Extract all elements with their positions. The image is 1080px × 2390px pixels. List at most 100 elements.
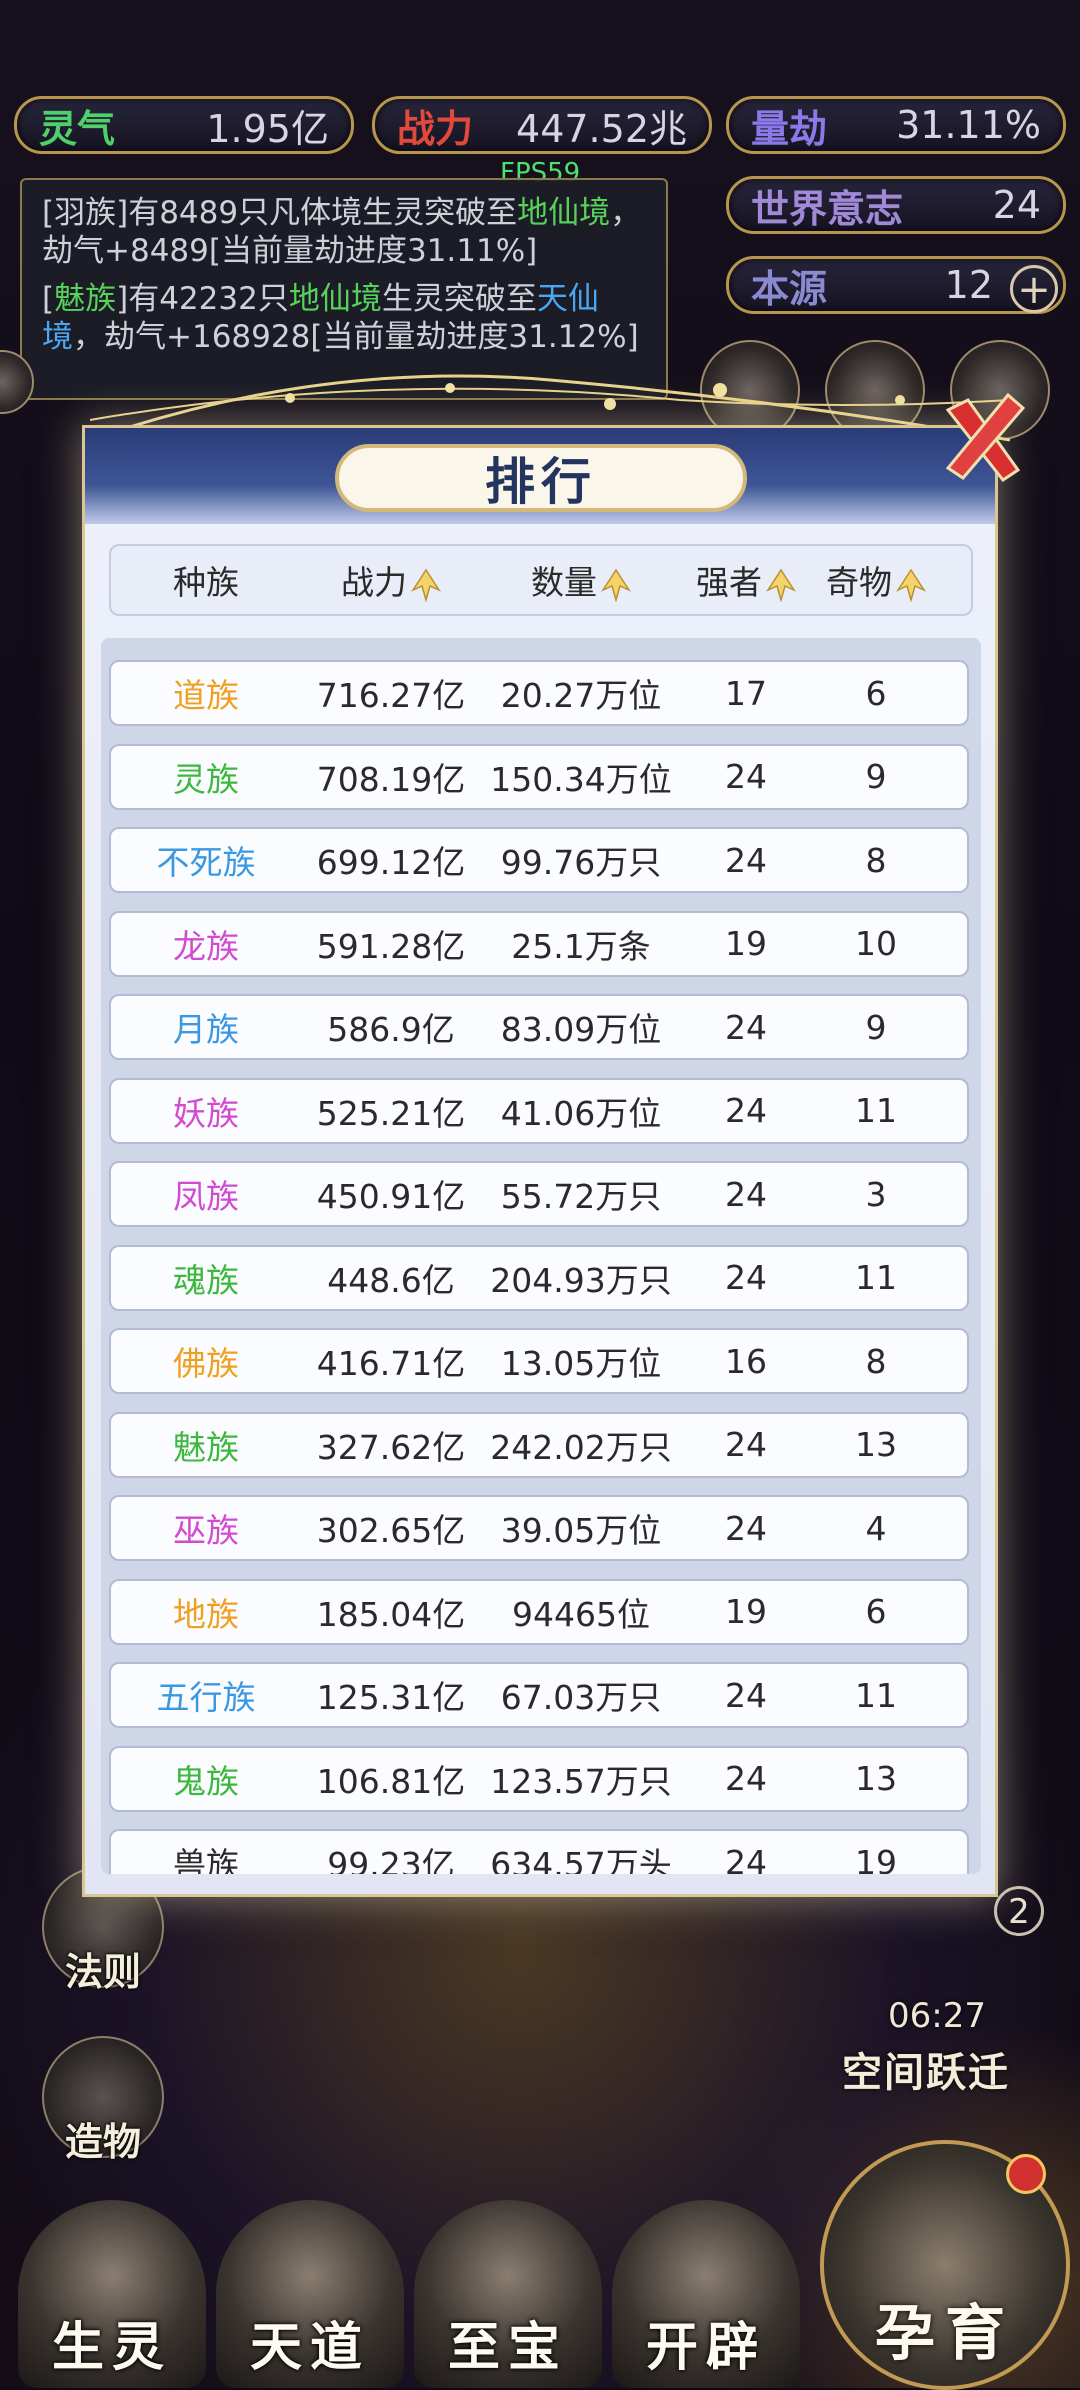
stat-power: 战力 447.52兆 bbox=[372, 96, 712, 154]
power-cell: 450.91亿 bbox=[316, 1177, 466, 1216]
count-cell: 99.76万只 bbox=[500, 843, 662, 882]
count-cell: 41.06万位 bbox=[500, 1093, 662, 1133]
count-cell: 25.1万条 bbox=[511, 926, 651, 966]
table-row[interactable]: 魂族 448.6亿 204.93万只 24 11 bbox=[109, 1244, 969, 1311]
power-cell: 106.81亿 bbox=[316, 1761, 466, 1801]
race-cell: 五行族 bbox=[156, 1678, 256, 1717]
count-cell: 13.05万位 bbox=[500, 1344, 662, 1383]
space-timer: 06:27 bbox=[888, 1996, 986, 2036]
header-race: 种族 bbox=[173, 563, 239, 602]
table-row[interactable]: 兽族 99.23亿 634.57万头 24 19 bbox=[109, 1829, 969, 1874]
items-cell: 19 bbox=[855, 1842, 897, 1875]
strong-cell: 24 bbox=[725, 1759, 767, 1798]
table-row[interactable]: 巫族 302.65亿 39.05万位 24 4 bbox=[109, 1495, 969, 1561]
stat-value: 24 bbox=[992, 183, 1041, 227]
count-cell: 150.34万位 bbox=[490, 759, 672, 799]
power-cell: 586.9亿 bbox=[327, 1010, 455, 1049]
table-row[interactable]: 佛族 416.71亿 13.05万位 16 8 bbox=[109, 1328, 969, 1394]
heaven-button[interactable]: 天道 bbox=[216, 2200, 404, 2388]
items-cell: 9 bbox=[865, 1007, 887, 1047]
items-cell: 8 bbox=[865, 840, 887, 880]
strong-cell: 24 bbox=[725, 840, 767, 880]
space-count-badge: 2 bbox=[994, 1886, 1044, 1936]
items-cell: 13 bbox=[855, 1759, 897, 1798]
table-row[interactable]: 道族 716.27亿 20.27万位 17 6 bbox=[109, 660, 969, 726]
items-cell: 10 bbox=[855, 924, 897, 963]
table-row[interactable]: 龙族 591.28亿 25.1万条 19 10 bbox=[109, 910, 969, 977]
nurture-label: 孕育 bbox=[875, 2299, 1015, 2369]
stat-label: 本源 bbox=[751, 266, 828, 311]
items-cell: 11 bbox=[855, 1091, 897, 1130]
items-cell: 3 bbox=[865, 1174, 887, 1214]
count-cell: 634.57万头 bbox=[490, 1845, 672, 1874]
power-cell: 416.71亿 bbox=[316, 1344, 466, 1383]
power-cell: 302.65亿 bbox=[316, 1511, 466, 1550]
count-cell: 242.02万只 bbox=[490, 1427, 672, 1467]
ranking-modal: 排行 种族 战力 数量 强者 奇物 道族 716.27亿 20.27万位 17 6 灵族 7… bbox=[82, 425, 998, 1897]
power-cell: 185.04亿 bbox=[316, 1594, 466, 1634]
space-jump-button[interactable]: 空间跃迁 bbox=[842, 2040, 1010, 2098]
table-row[interactable]: 灵族 708.19亿 150.34万位 24 9 bbox=[109, 743, 969, 810]
sort-count[interactable]: 数量 bbox=[481, 556, 681, 604]
table-row[interactable]: 月族 586.9亿 83.09万位 24 9 bbox=[109, 994, 969, 1060]
ranking-list[interactable]: 道族 716.27亿 20.27万位 17 6 灵族 708.19亿 150.34万位 24 9 不… bbox=[101, 638, 981, 1874]
power-cell: 708.19亿 bbox=[316, 759, 466, 799]
strong-cell: 24 bbox=[725, 1842, 767, 1875]
table-row[interactable]: 魅族 327.62亿 242.02万只 24 13 bbox=[109, 1411, 969, 1478]
items-cell: 6 bbox=[865, 1592, 887, 1631]
strong-cell: 24 bbox=[725, 1091, 767, 1130]
table-row[interactable]: 五行族 125.31亿 67.03万只 24 11 bbox=[109, 1662, 969, 1728]
stat-label: 世界意志 bbox=[751, 186, 904, 231]
develop-label: 开辟 bbox=[645, 2318, 766, 2378]
items-cell: 13 bbox=[855, 1425, 897, 1464]
count-cell: 94465位 bbox=[512, 1594, 650, 1634]
count-cell: 204.93万只 bbox=[490, 1260, 672, 1300]
ranking-header: 种族 战力 数量 强者 奇物 bbox=[109, 544, 973, 616]
race-cell: 灵族 bbox=[173, 759, 239, 799]
add-origin-button[interactable]: + bbox=[1010, 265, 1058, 313]
strong-cell: 24 bbox=[725, 1675, 767, 1715]
race-cell: 龙族 bbox=[173, 926, 239, 966]
heaven-label: 天道 bbox=[249, 2318, 370, 2378]
table-row[interactable]: 不死族 699.12亿 99.76万只 24 8 bbox=[109, 827, 969, 893]
items-cell: 8 bbox=[865, 1341, 887, 1381]
creation-label: 造物 bbox=[64, 2120, 141, 2164]
race-cell: 魂族 bbox=[173, 1260, 239, 1300]
sort-arrow-icon bbox=[896, 568, 926, 602]
treasure-label: 至宝 bbox=[447, 2318, 568, 2378]
log-line: [魅族]有42232只地仙境生灵突破至天仙境，劫气+168928[当前量劫进度3… bbox=[42, 281, 639, 355]
table-row[interactable]: 妖族 525.21亿 41.06万位 24 11 bbox=[109, 1077, 969, 1144]
race-cell: 兽族 bbox=[173, 1845, 239, 1874]
power-cell: 699.12亿 bbox=[316, 843, 466, 882]
sort-arrow-icon bbox=[411, 568, 441, 602]
race-cell: 鬼族 bbox=[173, 1761, 239, 1801]
power-cell: 525.21亿 bbox=[316, 1093, 466, 1133]
stat-label: 量劫 bbox=[751, 106, 828, 151]
count-cell: 123.57万只 bbox=[490, 1761, 672, 1801]
sort-strong[interactable]: 强者 bbox=[681, 556, 811, 604]
stat-lingqi: 灵气 1.95亿 bbox=[14, 96, 354, 154]
table-row[interactable]: 鬼族 106.81亿 123.57万只 24 13 bbox=[109, 1745, 969, 1812]
treasure-button[interactable]: 至宝 bbox=[414, 2200, 602, 2388]
creatures-button[interactable]: 生灵 bbox=[18, 2200, 206, 2388]
stat-calamity: 量劫 31.11% bbox=[726, 96, 1066, 154]
creation-button[interactable]: 造物 bbox=[42, 2036, 164, 2164]
stat-value: 12 bbox=[944, 263, 993, 307]
power-cell: 716.27亿 bbox=[316, 676, 466, 715]
count-cell: 20.27万位 bbox=[500, 676, 662, 715]
sort-arrow-icon bbox=[766, 568, 796, 602]
sort-power[interactable]: 战力 bbox=[301, 556, 481, 604]
stat-label: 灵气 bbox=[39, 106, 116, 151]
table-row[interactable]: 凤族 450.91亿 55.72万只 24 3 bbox=[109, 1161, 969, 1227]
develop-button[interactable]: 开辟 bbox=[612, 2200, 800, 2388]
stat-value: 1.95亿 bbox=[206, 106, 329, 151]
strong-cell: 17 bbox=[725, 673, 767, 713]
creatures-label: 生灵 bbox=[51, 2318, 172, 2378]
race-cell: 不死族 bbox=[156, 843, 256, 882]
table-row[interactable]: 地族 185.04亿 94465位 19 6 bbox=[109, 1578, 969, 1645]
sort-items[interactable]: 奇物 bbox=[811, 556, 941, 604]
modal-title: 排行 bbox=[335, 444, 747, 512]
items-cell: 6 bbox=[865, 673, 887, 713]
stat-label: 战力 bbox=[397, 106, 474, 151]
close-icon[interactable] bbox=[938, 390, 1028, 485]
